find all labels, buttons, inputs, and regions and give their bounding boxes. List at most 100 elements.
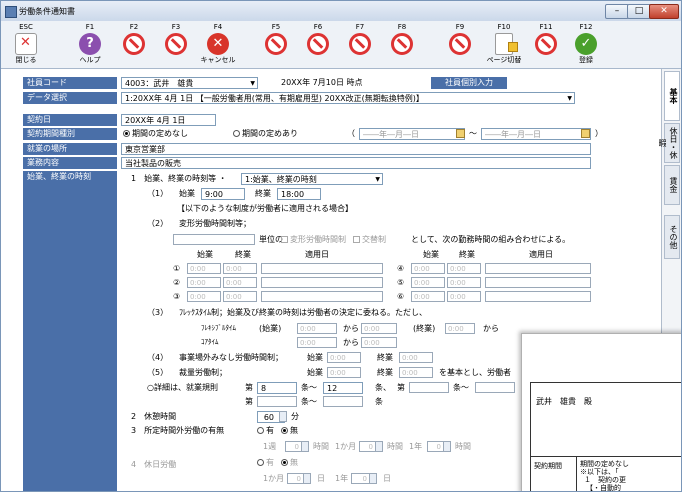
f1-help-button[interactable]: F1 ? ヘルプ — [71, 23, 109, 65]
holiday-no-radio[interactable]: 無 — [281, 457, 298, 468]
calendar-icon[interactable] — [581, 129, 590, 138]
article-from-field-2[interactable] — [409, 382, 449, 393]
radio-selected-icon — [281, 459, 288, 466]
esc-close-button[interactable]: ESC 閉じる — [7, 23, 45, 65]
employee-input-button[interactable]: 社員個別入力 — [431, 77, 507, 89]
paren-end-label: (終業) — [413, 324, 436, 333]
disabled-icon — [307, 33, 329, 55]
discretionary-end-field[interactable]: 0:00 — [399, 367, 433, 378]
job-field[interactable]: 当社製品の販売 — [121, 157, 591, 169]
shift-start-field[interactable]: 0:00 — [187, 291, 221, 302]
f3-button[interactable]: F3 — [157, 23, 195, 65]
article-from-field-3[interactable] — [257, 396, 297, 407]
shift-end-field[interactable]: 0:00 — [447, 291, 481, 302]
hours-type-select[interactable]: 1:始業、終業の時刻 — [241, 173, 383, 185]
f9-button[interactable]: F9 — [441, 23, 479, 65]
option-label: 期間の定めなし — [132, 129, 188, 138]
shift-end-field[interactable]: 0:00 — [223, 291, 257, 302]
shift-start-field[interactable]: 0:00 — [187, 263, 221, 274]
shift-start-field[interactable]: 0:00 — [411, 291, 445, 302]
shift-day-field[interactable] — [485, 277, 591, 288]
flex-end-field[interactable]: 0:00 — [445, 323, 475, 334]
spinner-icon[interactable] — [443, 441, 451, 452]
overtime-no-radio[interactable]: 無 — [281, 425, 298, 436]
shift-start-field[interactable]: 0:00 — [411, 277, 445, 288]
spinner-icon[interactable] — [375, 441, 383, 452]
core-end-field[interactable]: 0:00 — [361, 337, 397, 348]
flexible-time-label: ﾌﾚｷｼﾌﾞﾙﾀｲﾑ — [201, 324, 236, 332]
article-to-field-2[interactable] — [475, 382, 515, 393]
calendar-icon[interactable] — [456, 129, 465, 138]
article-to-field-3[interactable] — [323, 396, 363, 407]
f6-button[interactable]: F6 — [299, 23, 337, 65]
shift-day-field[interactable] — [261, 263, 383, 274]
period-to-field[interactable]: ――年―月―日 — [481, 128, 591, 140]
as-of-date: 20XX年 7月10日 時点 — [281, 78, 363, 87]
close-window-button[interactable]: ✕ — [649, 4, 679, 19]
shift-start-field[interactable]: 0:00 — [187, 277, 221, 288]
data-select-dropdown[interactable]: 1:20XX年 4月 1日 【一般労働者用(常用、有期雇用型) 20XX改正(無… — [121, 92, 575, 104]
tab-basic[interactable]: 基本 — [664, 71, 680, 121]
key-label: F9 — [455, 23, 465, 31]
holiday-yes-radio[interactable]: 有 — [257, 457, 274, 468]
shift-end-field[interactable]: 0:00 — [447, 263, 481, 274]
flex-text: ﾌﾚｯｸｽﾀｲﾑ制；始業及び終業の時刻は労働者の決定に委ねる。ただし、 — [179, 308, 427, 317]
maximize-button[interactable]: □ — [627, 4, 651, 19]
spinner-icon[interactable] — [369, 473, 377, 484]
f10-page-switch-button[interactable]: F10 ページ切替 — [485, 23, 523, 65]
article-to-field[interactable]: 12 — [323, 382, 363, 394]
employee-select[interactable]: 4003：武井 雄貴 — [121, 77, 258, 89]
f5-button[interactable]: F5 — [257, 23, 295, 65]
spinner-icon[interactable] — [301, 441, 309, 452]
contract-type-with-period[interactable]: 期間の定めあり — [233, 128, 298, 139]
contract-type-no-period[interactable]: 期間の定めなし — [123, 128, 188, 139]
shift-day-field[interactable] — [261, 291, 383, 302]
flex-start-field[interactable]: 0:00 — [297, 323, 337, 334]
flex-start-to-field[interactable]: 0:00 — [361, 323, 397, 334]
f11-button[interactable]: F11 — [527, 23, 565, 65]
shift-end-field[interactable]: 0:00 — [223, 277, 257, 288]
f4-cancel-button[interactable]: F4 ✕ キャンセル — [199, 23, 237, 65]
shift-start-field[interactable]: 0:00 — [411, 263, 445, 274]
shift-day-field[interactable] — [485, 263, 591, 274]
minimize-button[interactable]: – — [605, 4, 629, 19]
button-label — [383, 56, 421, 65]
shift-checkbox[interactable]: 交替制 — [353, 234, 386, 245]
variable-hours-checkbox[interactable]: 変形労働時間制 — [281, 234, 346, 245]
from-label: から — [483, 324, 499, 333]
divider — [530, 456, 681, 457]
tab-other[interactable]: その他 — [664, 215, 680, 259]
f8-button[interactable]: F8 — [383, 23, 421, 65]
spinner-icon[interactable] — [279, 411, 287, 422]
period-from-field[interactable]: ――年―月―日 — [359, 128, 465, 140]
start-time-field[interactable]: 9:00 — [201, 188, 245, 200]
discretionary-start-field[interactable]: 0:00 — [327, 367, 361, 378]
tab-holidays[interactable]: 休日・休暇 — [658, 123, 680, 163]
shift-day-field[interactable] — [261, 277, 383, 288]
overtime-yes-radio[interactable]: 有 — [257, 425, 274, 436]
f2-button[interactable]: F2 — [115, 23, 153, 65]
deemed-end-field[interactable]: 0:00 — [399, 352, 433, 363]
hours-label: 始業、終業の時刻 — [23, 171, 117, 491]
shift-end-field[interactable]: 0:00 — [447, 277, 481, 288]
core-start-field[interactable]: 0:00 — [297, 337, 337, 348]
row2-num: （2） — [147, 219, 169, 228]
shift-day-field[interactable] — [485, 291, 591, 302]
shift-end-field[interactable]: 0:00 — [223, 263, 257, 274]
spinner-icon[interactable] — [303, 473, 311, 484]
row5-num: （5） — [147, 368, 169, 377]
end-time-field[interactable]: 18:00 — [277, 188, 321, 200]
minutes-unit: 分 — [291, 412, 299, 421]
article-comma-label: 条、 — [375, 383, 391, 392]
deemed-start-field[interactable]: 0:00 — [327, 352, 361, 363]
contract-date-field[interactable]: 20XX年 4月 1日 — [121, 114, 216, 126]
workplace-field[interactable]: 東京営業部 — [121, 143, 591, 155]
unit-field[interactable] — [173, 234, 255, 245]
disabled-icon — [535, 33, 557, 55]
f12-register-button[interactable]: F12 ✓ 登録 — [567, 23, 605, 65]
day-unit: 日 — [383, 474, 391, 483]
f7-button[interactable]: F7 — [341, 23, 379, 65]
article-from-field[interactable]: 8 — [257, 382, 297, 394]
year-label: 1年 — [409, 442, 423, 451]
tab-wages[interactable]: 賃金 — [664, 165, 680, 205]
